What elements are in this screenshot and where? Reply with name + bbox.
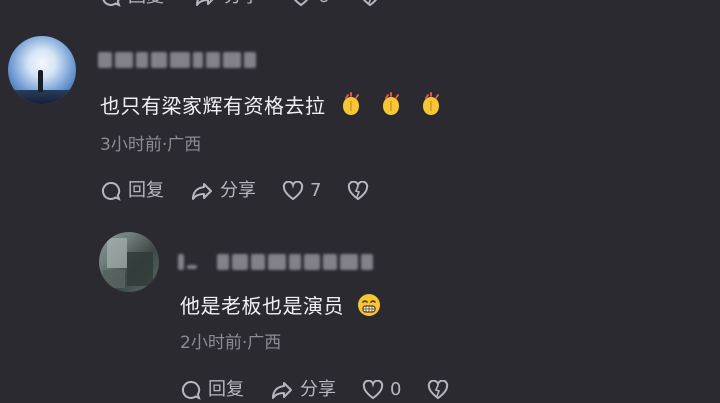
avatar-block bbox=[107, 238, 127, 268]
username-blurred[interactable] bbox=[98, 50, 256, 70]
broken-heart-icon bbox=[348, 181, 369, 201]
comment-meta: 3小时前·广西 bbox=[100, 135, 202, 155]
comment-actions: 回复 分享 7 bbox=[100, 180, 369, 202]
comment-text: 也只有梁家辉有资格去拉 bbox=[100, 90, 444, 119]
share-label: 分享 bbox=[220, 180, 256, 201]
dislike-button[interactable] bbox=[347, 181, 369, 201]
avatar-figure bbox=[38, 70, 43, 92]
username-blurred[interactable] bbox=[178, 252, 373, 272]
comment-text-label: 也只有梁家辉有资格去拉 bbox=[100, 94, 326, 118]
avatar[interactable] bbox=[99, 232, 159, 292]
like-button[interactable]: 6 bbox=[290, 0, 329, 7]
avatar-ground bbox=[8, 90, 76, 104]
comment-meta: 2小时前·广西 bbox=[180, 333, 282, 353]
share-label: 分享 bbox=[224, 0, 260, 6]
reply-button[interactable]: 回复 bbox=[100, 180, 164, 202]
avatar-block bbox=[103, 270, 125, 288]
comment-icon bbox=[182, 380, 201, 400]
emoji-group bbox=[338, 91, 444, 118]
like-count: 7 bbox=[310, 180, 322, 201]
clapping-hands-icon bbox=[382, 91, 399, 115]
like-button[interactable]: 7 bbox=[282, 181, 321, 201]
broken-heart-icon bbox=[363, 0, 378, 7]
comment-actions: 回复 分享 0 bbox=[180, 379, 449, 401]
share-icon bbox=[196, 0, 214, 6]
like-button[interactable]: 0 bbox=[362, 380, 401, 400]
share-icon bbox=[272, 382, 292, 399]
share-label: 分享 bbox=[300, 379, 336, 400]
dislike-button[interactable] bbox=[359, 0, 381, 7]
share-icon bbox=[192, 183, 212, 200]
reply-button[interactable]: 回复 bbox=[180, 379, 244, 401]
share-button[interactable]: 分享 bbox=[194, 0, 260, 8]
reply-label: 回复 bbox=[128, 0, 164, 6]
reply-label: 回复 bbox=[128, 180, 164, 201]
clapping-hands-icon bbox=[422, 91, 439, 115]
comment-icon bbox=[102, 181, 121, 201]
comment-icon bbox=[102, 0, 121, 7]
clapping-hands-icon bbox=[342, 91, 359, 115]
share-button[interactable]: 分享 bbox=[190, 180, 256, 202]
heart-icon bbox=[282, 181, 304, 201]
like-count: 0 bbox=[390, 379, 402, 400]
share-button[interactable]: 分享 bbox=[270, 379, 336, 401]
like-count: 6 bbox=[318, 0, 329, 6]
comment-text: 他是老板也是演员 bbox=[180, 290, 382, 319]
reply-button[interactable]: 回复 bbox=[100, 0, 164, 8]
avatar[interactable] bbox=[8, 36, 76, 104]
heart-icon bbox=[293, 0, 309, 7]
heart-icon bbox=[362, 380, 384, 400]
avatar-block bbox=[127, 252, 153, 286]
dislike-button[interactable] bbox=[427, 380, 449, 400]
previous-comment-actions: 回复 分享 6 bbox=[100, 0, 381, 8]
broken-heart-icon bbox=[428, 380, 449, 400]
reply-label: 回复 bbox=[208, 379, 244, 400]
comment-thread: 回复 分享 6 也只有梁家辉有资格去拉 3小时前·广西 bbox=[0, 0, 720, 403]
grinning-face-icon bbox=[358, 293, 380, 316]
comment-text-label: 他是老板也是演员 bbox=[180, 294, 344, 318]
